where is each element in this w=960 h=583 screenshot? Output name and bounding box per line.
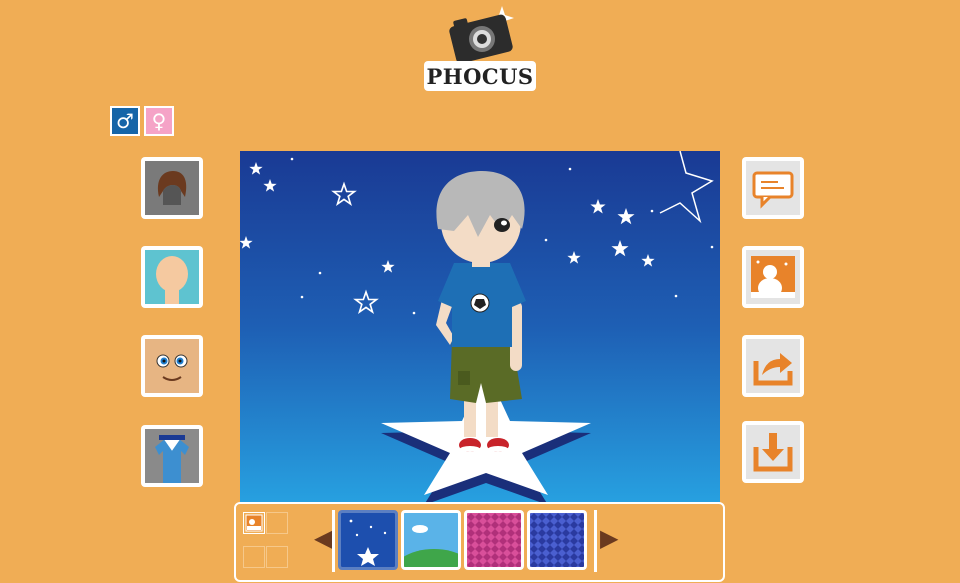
skin-icon bbox=[156, 256, 188, 304]
starry-night-thumbnail-icon bbox=[341, 513, 395, 567]
blue-argyle-thumbnail-icon bbox=[530, 513, 584, 567]
prev-arrow-button[interactable]: ◀ bbox=[314, 524, 332, 552]
female-button[interactable]: ♀ bbox=[144, 106, 174, 136]
scroll-divider-left bbox=[332, 510, 335, 572]
thumbnail-blue-argyle[interactable] bbox=[527, 510, 587, 570]
thumbnail-starry-night[interactable] bbox=[338, 510, 398, 570]
picker-mode-slot-3[interactable] bbox=[243, 546, 265, 568]
speech-bubble-icon bbox=[752, 171, 794, 209]
green-hill-thumbnail-icon bbox=[404, 513, 458, 567]
thumbnail-green-hill[interactable] bbox=[401, 510, 461, 570]
clothes-tool-button[interactable] bbox=[141, 425, 203, 487]
pink-argyle-thumbnail-icon bbox=[467, 513, 521, 567]
download-button[interactable] bbox=[742, 421, 804, 483]
camera-icon bbox=[449, 6, 514, 64]
speech-bubble-button[interactable] bbox=[742, 157, 804, 219]
female-icon: ♀ bbox=[151, 109, 167, 133]
skin-tool-button[interactable] bbox=[141, 246, 203, 308]
male-icon: ♂ bbox=[116, 109, 134, 133]
starry-background bbox=[240, 151, 714, 502]
share-button[interactable] bbox=[742, 335, 804, 397]
picker-mode-slot-4[interactable] bbox=[266, 546, 288, 568]
download-icon bbox=[753, 433, 793, 472]
avatar-stage bbox=[240, 151, 720, 502]
background-button[interactable] bbox=[742, 246, 804, 308]
share-icon bbox=[753, 353, 793, 386]
face-icon bbox=[156, 354, 188, 381]
logo bbox=[446, 4, 520, 64]
picker-mode-slot-2[interactable] bbox=[266, 512, 288, 534]
hair-tool-button[interactable] bbox=[141, 157, 203, 219]
scroll-divider-right bbox=[594, 510, 597, 572]
picker-mode-background[interactable] bbox=[243, 512, 265, 534]
background-picker-bar: ◀ ▶ bbox=[234, 502, 725, 582]
next-arrow-button[interactable]: ▶ bbox=[600, 524, 618, 552]
hair-icon bbox=[157, 171, 187, 205]
image-icon bbox=[245, 514, 263, 532]
app-title: PHOCUS bbox=[424, 61, 536, 91]
clothes-icon bbox=[155, 435, 189, 483]
thumbnail-pink-argyle[interactable] bbox=[464, 510, 524, 570]
background-icon bbox=[751, 256, 795, 298]
face-tool-button[interactable] bbox=[141, 335, 203, 397]
male-button[interactable]: ♂ bbox=[110, 106, 140, 136]
